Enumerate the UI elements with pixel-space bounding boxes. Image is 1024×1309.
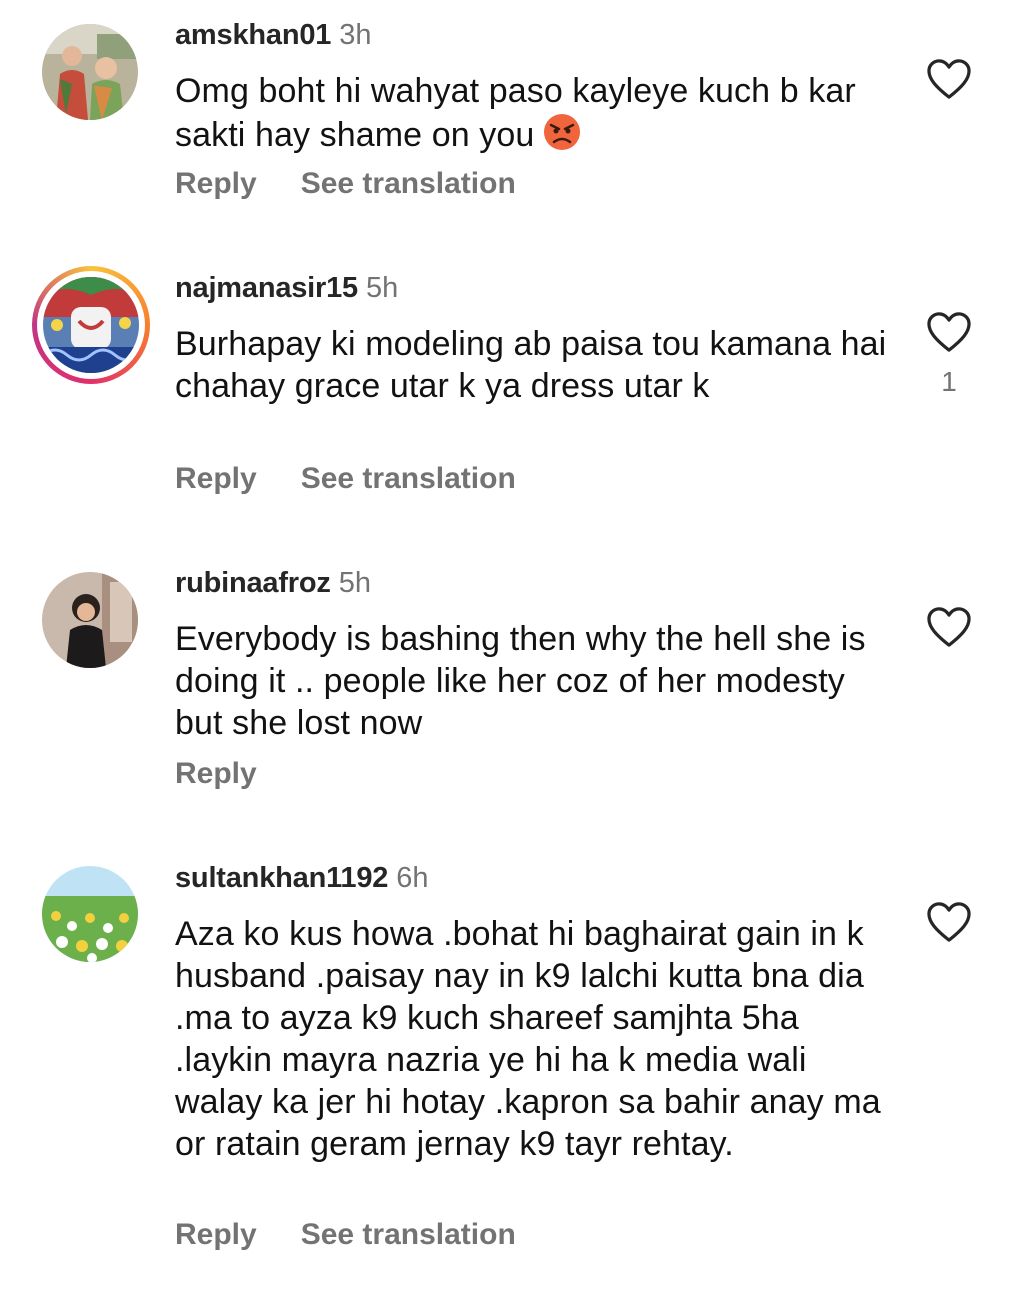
username[interactable]: najmanasir15 bbox=[175, 272, 358, 304]
story-ring[interactable] bbox=[32, 266, 150, 384]
heart-outline-icon bbox=[926, 901, 972, 943]
heart-outline-icon bbox=[926, 311, 972, 353]
comment-text-content: Omg boht hi wahyat paso kayleye kuch b k… bbox=[175, 72, 856, 154]
comment-text: Omg boht hi wahyat paso kayleye kuch b k… bbox=[175, 70, 895, 156]
heart-outline-icon bbox=[926, 606, 972, 648]
avatar[interactable] bbox=[42, 24, 138, 120]
avatar[interactable] bbox=[42, 866, 138, 962]
like-button[interactable] bbox=[926, 606, 972, 648]
username[interactable]: sultankhan1192 bbox=[175, 862, 388, 894]
heart-outline-icon bbox=[926, 58, 972, 100]
username[interactable]: amskhan01 bbox=[175, 19, 331, 51]
comment-text: Everybody is bashing then why the hell s… bbox=[175, 620, 866, 742]
timestamp: 3h bbox=[339, 19, 372, 51]
reply-button[interactable]: Reply bbox=[175, 757, 257, 790]
like-button[interactable] bbox=[926, 901, 972, 943]
angry-face-icon bbox=[542, 112, 582, 152]
comment-text: Burhapay ki modeling ab paisa tou kamana… bbox=[175, 325, 887, 405]
timestamp: 5h bbox=[338, 567, 371, 599]
reply-button[interactable]: Reply bbox=[175, 462, 257, 495]
like-button[interactable]: 1 bbox=[926, 311, 972, 397]
avatar[interactable] bbox=[42, 572, 138, 668]
reply-button[interactable]: Reply bbox=[175, 1218, 257, 1251]
username[interactable]: rubinaafroz bbox=[175, 567, 331, 599]
see-translation-button[interactable]: See translation bbox=[301, 1218, 516, 1251]
avatar[interactable] bbox=[43, 277, 139, 373]
reply-button[interactable]: Reply bbox=[175, 167, 257, 200]
comment-text: Aza ko kus howa .bohat hi baghairat gain… bbox=[175, 915, 881, 1163]
see-translation-button[interactable]: See translation bbox=[301, 167, 516, 200]
like-button[interactable] bbox=[926, 58, 972, 100]
like-count: 1 bbox=[941, 366, 957, 397]
timestamp: 5h bbox=[366, 272, 399, 304]
timestamp: 6h bbox=[396, 862, 429, 894]
see-translation-button[interactable]: See translation bbox=[301, 462, 516, 495]
